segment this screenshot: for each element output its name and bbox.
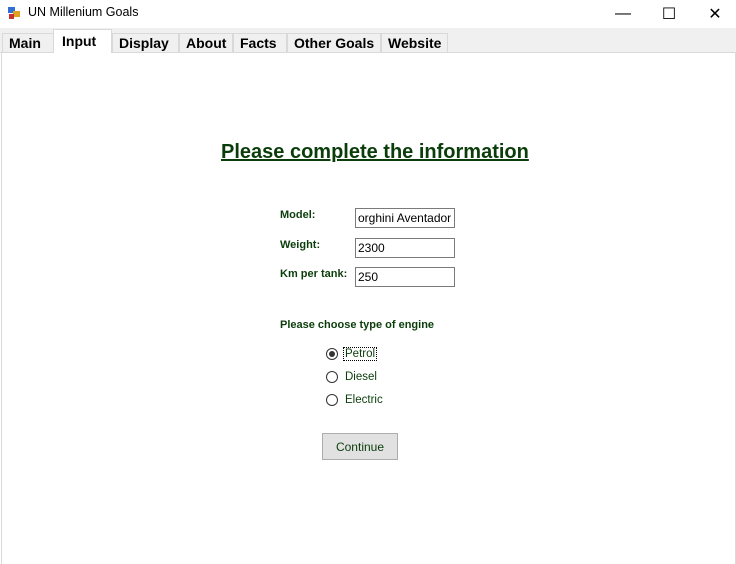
model-label: Model:	[280, 209, 316, 221]
engine-type-label: Please choose type of engine	[280, 319, 435, 331]
minimize-button[interactable]: —	[600, 0, 646, 28]
tab-main[interactable]: Main	[2, 33, 54, 52]
radio-label: Electric	[345, 394, 383, 406]
km-per-tank-input[interactable]	[355, 267, 455, 287]
maximize-button[interactable]: ☐	[646, 0, 692, 28]
tab-facts[interactable]: Facts	[233, 33, 287, 52]
input-panel	[1, 53, 736, 564]
weight-label: Weight:	[280, 239, 321, 251]
close-icon: ✕	[708, 6, 722, 23]
engine-option-petrol[interactable]: Petrol	[326, 346, 378, 362]
tab-input[interactable]: Input	[53, 29, 112, 53]
page-title: Please complete the information	[221, 141, 529, 163]
close-button[interactable]: ✕	[692, 0, 736, 28]
engine-option-diesel[interactable]: Diesel	[326, 369, 378, 385]
tab-about[interactable]: About	[179, 33, 233, 52]
tab-display[interactable]: Display	[112, 33, 179, 52]
tab-website[interactable]: Website	[381, 33, 448, 52]
app-icon	[8, 7, 20, 19]
window-title: UN Millenium Goals	[28, 5, 139, 19]
radio-button-checked[interactable]	[326, 348, 338, 360]
radio-label: Petrol	[342, 347, 378, 361]
continue-button[interactable]: Continue	[322, 433, 398, 460]
engine-option-electric[interactable]: Electric	[326, 392, 384, 408]
maximize-icon: ☐	[661, 6, 677, 23]
radio-label: Diesel	[345, 371, 377, 383]
radio-button[interactable]	[326, 394, 338, 406]
tab-other-goals[interactable]: Other Goals	[287, 33, 381, 52]
title-bar: UN Millenium Goals — ☐ ✕	[0, 0, 736, 28]
radio-button[interactable]	[326, 371, 338, 383]
weight-input[interactable]	[355, 238, 455, 258]
model-input[interactable]	[355, 208, 455, 228]
minimize-icon: —	[615, 5, 631, 22]
km-per-tank-label: Km per tank:	[280, 268, 348, 280]
